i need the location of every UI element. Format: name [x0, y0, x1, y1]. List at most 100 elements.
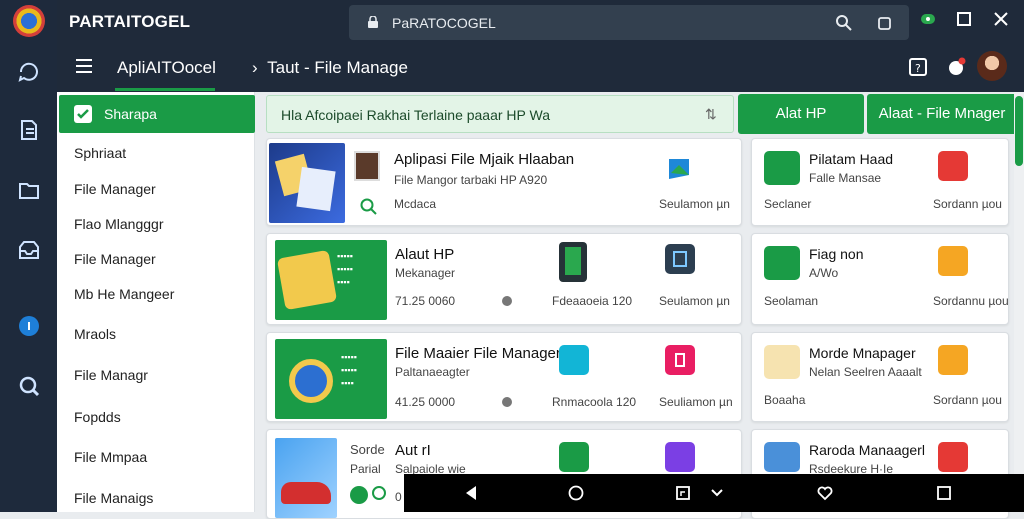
folder-app-icon	[764, 345, 800, 379]
extension-icon[interactable]	[919, 10, 937, 28]
card-right: Sordann µou	[933, 393, 1002, 407]
sidebar-item[interactable]: File Manager	[74, 251, 156, 267]
card-subtitle: File Mangor tarbaki HP A920	[394, 173, 548, 187]
sidebar-item-active[interactable]: Sharapa	[59, 95, 255, 133]
bookmark-icon[interactable]	[17, 118, 41, 142]
breadcrumb-text: Taut - File Manage	[267, 58, 408, 77]
app-name[interactable]: ApliAITOocel	[117, 58, 216, 78]
logo-icon[interactable]	[13, 5, 45, 37]
card-title[interactable]: Fiag non	[809, 246, 863, 262]
url-text[interactable]: PaRATOCOGEL	[392, 15, 496, 31]
maximize-icon[interactable]	[955, 10, 973, 28]
app-thumbnail	[275, 438, 337, 518]
sidebar-item[interactable]: Sphriaat	[74, 145, 126, 161]
app-card[interactable]: ▪▪▪▪▪ ▪▪▪▪▪ ▪▪▪▪ File Maaier File Manager …	[266, 332, 742, 422]
dot-icon	[502, 296, 512, 306]
app-card[interactable]: ▪▪▪▪▪ ▪▪▪▪▪ ▪▪▪▪ Alaut HP Mekanager 71.25 …	[266, 233, 742, 325]
app-photo-icon	[354, 151, 380, 181]
card-meta: 71.25 0060	[395, 294, 456, 308]
sidebar-item[interactable]: File Mmpaa	[74, 449, 147, 465]
browser-topbar: PARTAITOGEL PaRATOCOGEL	[57, 0, 1024, 44]
cube-icon	[559, 442, 589, 472]
pink-app-icon	[665, 345, 695, 375]
green-arrow-icon	[665, 153, 695, 183]
app-card[interactable]: Morde Mnapager Nelan Seelren Aaaalt Boaa…	[751, 332, 1009, 422]
sort-icon[interactable]: ⇅	[705, 106, 717, 123]
sidebar-item[interactable]: Mb He Mangeer	[74, 286, 174, 302]
alat-file-button[interactable]: Alaat - File Mnager	[867, 94, 1017, 134]
card-title[interactable]: Aut rI	[395, 442, 431, 459]
card-title[interactable]: Pilatam Haad	[809, 151, 893, 167]
notification-icon[interactable]	[945, 56, 967, 78]
folder-icon[interactable]	[17, 178, 41, 202]
sidebar-item[interactable]: Fopdds	[74, 409, 121, 425]
url-bar[interactable]: PaRATOCOGEL	[349, 5, 909, 40]
back-icon[interactable]	[462, 484, 480, 502]
sidebar-item[interactable]: File Manager	[74, 181, 156, 197]
sidebar-item[interactable]: File Manaigs	[74, 490, 153, 506]
card-col3: Parial	[350, 462, 381, 476]
red-app-icon	[938, 151, 968, 181]
red-app-icon	[938, 442, 968, 472]
app-card[interactable]: Aplipasi File Mjaik Hlaaban File Mangor …	[266, 138, 742, 226]
check-icon	[74, 105, 92, 123]
app-thumbnail: ▪▪▪▪▪ ▪▪▪▪▪ ▪▪▪▪	[275, 240, 387, 320]
menu-icon[interactable]	[75, 58, 93, 74]
heart-icon[interactable]	[816, 484, 834, 502]
search-icon[interactable]	[359, 197, 379, 217]
calc-icon	[665, 244, 695, 274]
card-col3: Seulamon µn	[659, 197, 730, 211]
square-icon[interactable]	[935, 484, 953, 502]
lock-icon	[368, 16, 378, 28]
alat-hp-button[interactable]: Alat HP	[738, 94, 864, 134]
system-nav-bar	[404, 474, 1024, 512]
sidebar-item[interactable]: File Managr	[74, 367, 148, 383]
orange-app-icon	[938, 246, 968, 276]
card-left: Seolaman	[764, 294, 819, 308]
phone-icon	[559, 242, 587, 282]
card-title[interactable]: Alaut HP	[395, 246, 454, 263]
app-bar: ApliAITOocel › Taut - File Manage ?	[57, 44, 1024, 92]
inbox-icon[interactable]	[17, 238, 41, 262]
status-dot-icon	[350, 486, 368, 504]
tabs-icon[interactable]	[877, 15, 893, 31]
card-right: Sordannu µou	[933, 294, 1009, 308]
card-left: Boaaha	[764, 393, 806, 407]
info-icon[interactable]	[17, 314, 41, 338]
breadcrumb-arrow-icon: ›	[252, 58, 268, 77]
close-icon[interactable]	[992, 10, 1010, 28]
search-icon[interactable]	[835, 14, 853, 32]
recents-icon[interactable]	[674, 484, 692, 502]
card-title[interactable]: File Maaier File Manager	[395, 345, 561, 362]
chevron-down-icon[interactable]	[708, 484, 726, 502]
card-subtitle: Paltanaeagter	[395, 365, 470, 379]
chat-icon[interactable]	[17, 60, 41, 84]
card-col2: Sorde	[350, 442, 385, 457]
card-title[interactable]: Morde Mnapager	[809, 345, 916, 361]
svg-text:?: ?	[915, 62, 921, 75]
card-title[interactable]: Aplipasi File Mjaik Hlaaban	[394, 151, 574, 168]
home-icon[interactable]	[567, 484, 585, 502]
sidebar-item[interactable]: Mraols	[74, 326, 116, 342]
sidebar-item-label: Sharapa	[104, 106, 157, 122]
avatar[interactable]	[977, 51, 1007, 81]
card-subtitle: A/Wo	[809, 266, 839, 280]
info-banner: Hla Afcoipaei Rakhai Terlaine paaar HP W…	[266, 95, 734, 133]
card-col3: Seuliamon µn	[659, 395, 733, 409]
card-meta: 0	[395, 490, 402, 504]
help-icon[interactable]: ?	[907, 56, 929, 78]
card-left: Seclaner	[764, 197, 812, 211]
settings-icon[interactable]	[17, 374, 41, 398]
banner-text: Hla Afcoipaei Rakhai Terlaine paaar HP W…	[281, 107, 551, 123]
card-meta: 41.25 0000	[395, 395, 456, 409]
app-card[interactable]: Pilatam Haad Falle Mansae Seclaner Sorda…	[751, 138, 1009, 226]
card-col3: Seulamon µn	[659, 294, 730, 308]
orange-app-icon	[938, 345, 968, 375]
sheet-icon	[764, 151, 800, 185]
sidebar-item[interactable]: Flao Mlangggr	[74, 216, 164, 232]
card-title[interactable]: Raroda Manaagerl	[809, 442, 925, 458]
scrollbar-thumb[interactable]	[1015, 96, 1023, 166]
breadcrumb: › Taut - File Manage	[252, 58, 408, 78]
app-card[interactable]: Fiag non A/Wo Seolaman Sordannu µou	[751, 233, 1009, 325]
cyan-app-icon	[559, 345, 589, 375]
